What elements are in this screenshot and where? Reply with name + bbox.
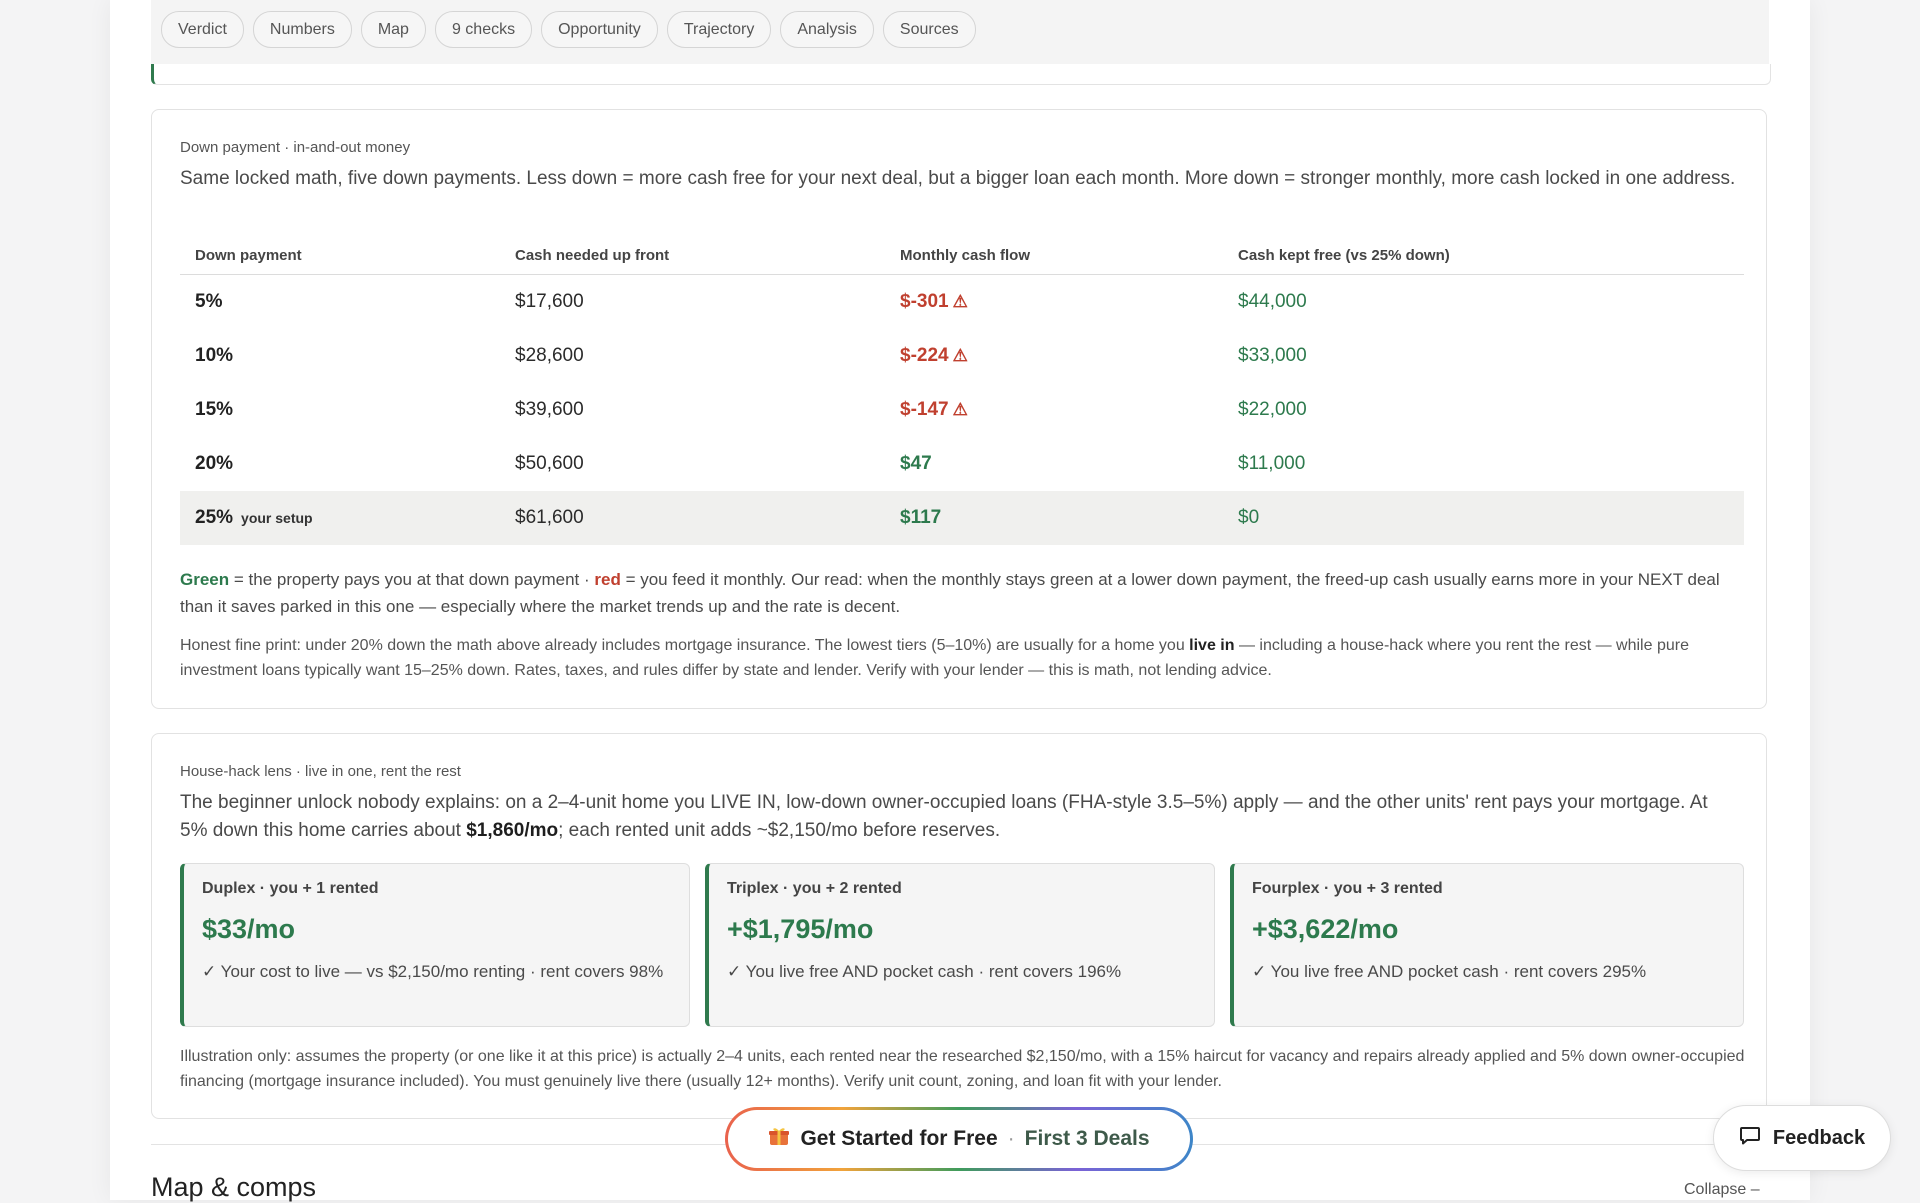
get-started-button[interactable]: Get Started for Free · First 3 Deals xyxy=(725,1107,1193,1171)
row-cash-needed: $61,600 xyxy=(515,507,584,528)
fine-print: Honest fine print: under 20% down the ma… xyxy=(180,637,1689,679)
row-cash-needed: $28,600 xyxy=(515,345,584,366)
gift-icon xyxy=(768,1125,790,1153)
house-hack-card: House-hack lens · live in one, rent the … xyxy=(151,733,1767,1119)
warning-icon: ⚠ xyxy=(952,346,968,365)
table-row: 10% $28,600 $-224 ⚠ $33,000 xyxy=(180,329,1744,383)
scenario-desc: ✓ Your cost to live — vs $2,150/mo renti… xyxy=(202,962,664,981)
map-comps-title: Map & comps xyxy=(151,1172,317,1202)
warning-icon: ⚠ xyxy=(952,292,968,311)
nav-chip-trajectory[interactable]: Trajectory xyxy=(666,11,772,48)
row-cash-free: $0 xyxy=(1238,507,1260,528)
scenario-title: Duplex · you + 1 rented xyxy=(202,880,379,897)
header-down-payment: Down payment xyxy=(195,247,302,264)
scenario-desc: ✓ You live free AND pocket cash · rent c… xyxy=(1252,962,1647,981)
cta-label: Get Started for Free xyxy=(800,1127,998,1150)
nav-chip-analysis[interactable]: Analysis xyxy=(780,11,874,48)
header-cash-needed: Cash needed up front xyxy=(515,247,670,264)
row-monthly-flow: $47 xyxy=(900,453,932,474)
scenario-title: Fourplex · you + 3 rented xyxy=(1252,880,1443,897)
report-page: Verdict Numbers Map 9 checks Opportunity… xyxy=(110,0,1810,1202)
down-payment-eyebrow: Down payment · in-and-out money xyxy=(180,139,411,156)
row-down-payment: 10% xyxy=(195,345,234,366)
row-cash-free: $22,000 xyxy=(1238,399,1307,420)
duplex-scenario: Duplex · you + 1 rented $33/mo ✓ Your co… xyxy=(180,863,690,1027)
cta-separator: · xyxy=(1007,1127,1015,1150)
nav-chip-opportunity[interactable]: Opportunity xyxy=(541,11,658,48)
nav-chip-map[interactable]: Map xyxy=(360,11,426,48)
nav-chip-numbers[interactable]: Numbers xyxy=(252,11,352,48)
row-cash-free: $33,000 xyxy=(1238,345,1307,366)
row-cash-free: $44,000 xyxy=(1238,291,1307,312)
your-setup-tag: your setup xyxy=(241,510,313,526)
row-monthly-flow: $117 xyxy=(900,507,942,528)
color-legend-note: Green = the property pays you at that do… xyxy=(180,570,1720,616)
scenario-title: Triplex · you + 2 rented xyxy=(727,880,902,897)
nav-chip-checks[interactable]: 9 checks xyxy=(434,11,533,48)
cta-sub-label: First 3 Deals xyxy=(1024,1127,1150,1150)
previous-card-bottom xyxy=(151,64,1771,85)
table-row: 5% $17,600 $-301 ⚠ $44,000 xyxy=(180,275,1744,329)
house-hack-eyebrow: House-hack lens · live in one, rent the … xyxy=(180,763,461,780)
row-monthly-flow: $-224 ⚠ xyxy=(900,345,968,366)
table-row: 15% $39,600 $-147 ⚠ $22,000 xyxy=(180,383,1744,437)
warning-icon: ⚠ xyxy=(952,400,968,419)
house-hack-lead: The beginner unlock nobody explains: on … xyxy=(180,792,1708,841)
row-cash-needed: $50,600 xyxy=(515,453,584,474)
section-nav: Verdict Numbers Map 9 checks Opportunity… xyxy=(151,0,1769,64)
row-cash-free: $11,000 xyxy=(1238,453,1306,474)
row-monthly-flow: $-147 ⚠ xyxy=(900,399,968,420)
scenario-desc: ✓ You live free AND pocket cash · rent c… xyxy=(727,962,1122,981)
chat-bubble-icon xyxy=(1739,1124,1761,1152)
row-cash-needed: $17,600 xyxy=(515,291,584,312)
house-hack-scenarios: Duplex · you + 1 rented $33/mo ✓ Your co… xyxy=(180,863,1744,1027)
row-monthly-flow: $-301 ⚠ xyxy=(900,291,968,312)
header-cash-kept-free: Cash kept free (vs 25% down) xyxy=(1238,247,1450,264)
down-payment-card: Down payment · in-and-out money Same loc… xyxy=(151,109,1767,709)
row-down-payment: 5% xyxy=(195,291,223,312)
row-cash-needed: $39,600 xyxy=(515,399,584,420)
table-row-current-setup: 25% your setup $61,600 $117 $0 xyxy=(180,491,1744,545)
row-down-payment: 15% xyxy=(195,399,234,420)
down-payment-table: Down payment Cash needed up front Monthl… xyxy=(180,238,1744,545)
house-hack-note: Illustration only: assumes the property … xyxy=(180,1048,1745,1090)
row-down-payment: 20% xyxy=(195,453,234,474)
scenario-value: $33/mo xyxy=(202,914,296,944)
header-monthly-cash-flow: Monthly cash flow xyxy=(900,247,1031,264)
nav-chip-verdict[interactable]: Verdict xyxy=(161,11,244,48)
triplex-scenario: Triplex · you + 2 rented +$1,795/mo ✓ Yo… xyxy=(705,863,1215,1027)
row-down-payment: 25% your setup xyxy=(195,507,313,528)
scenario-value: +$3,622/mo xyxy=(1252,914,1399,944)
table-row: 20% $50,600 $47 $11,000 xyxy=(180,437,1744,491)
collapse-button[interactable]: Collapse – xyxy=(1684,1181,1760,1199)
table-header: Down payment Cash needed up front Monthl… xyxy=(180,238,1744,275)
down-payment-lead: Same locked math, five down payments. Le… xyxy=(180,168,1736,189)
feedback-button[interactable]: Feedback xyxy=(1713,1105,1891,1171)
scenario-value: +$1,795/mo xyxy=(727,914,874,944)
fourplex-scenario: Fourplex · you + 3 rented +$3,622/mo ✓ Y… xyxy=(1230,863,1744,1027)
nav-chip-sources[interactable]: Sources xyxy=(882,11,976,48)
feedback-label: Feedback xyxy=(1772,1126,1866,1149)
